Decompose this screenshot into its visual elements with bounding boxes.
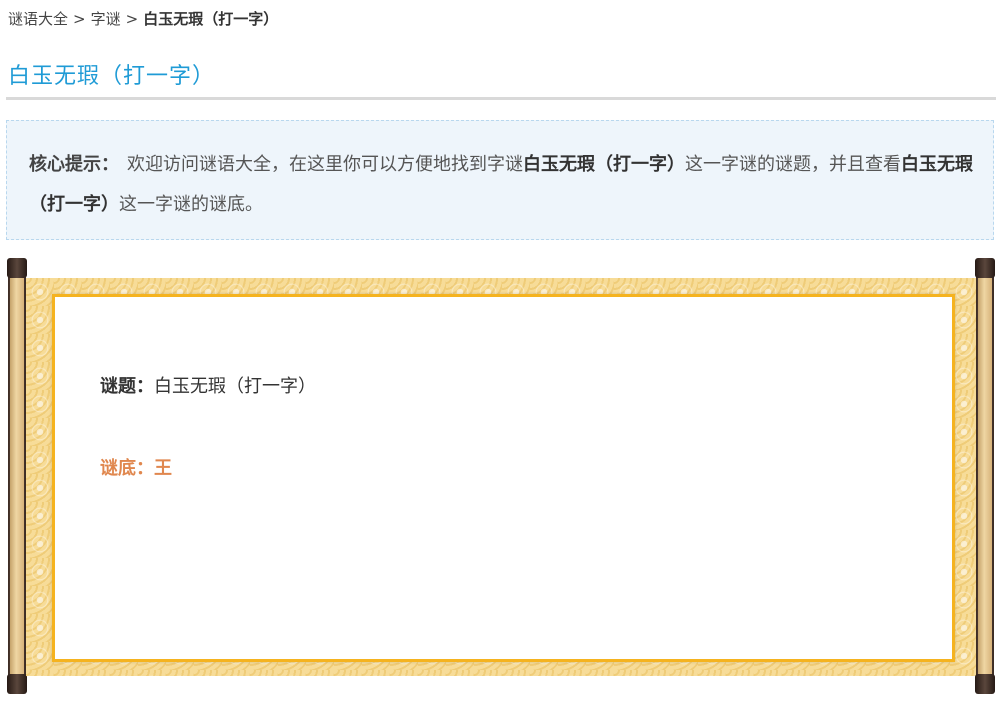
tip-riddle-name: 白玉无瑕（打一字）: [523, 154, 685, 175]
scroll-rod-cap: [975, 674, 995, 694]
scroll-rod-cap: [7, 258, 27, 278]
scroll-rod-cap: [975, 258, 995, 278]
breadcrumb-current: 白玉无瑕（打一字）: [143, 10, 279, 28]
breadcrumb-separator: >: [73, 10, 86, 28]
riddle-scroll: 谜题：白玉无瑕（打一字） 谜底：王: [6, 258, 998, 696]
riddle-question-text: 白玉无瑕（打一字）: [154, 376, 316, 397]
breadcrumb: 谜语大全 > 字谜 > 白玉无瑕（打一字）: [8, 8, 278, 29]
page-title: 白玉无瑕（打一字）: [8, 64, 216, 89]
riddle-answer: 谜底：王: [100, 454, 172, 480]
riddle-answer-text: 王: [154, 458, 172, 479]
riddle-question: 谜题：白玉无瑕（打一字）: [100, 372, 316, 398]
riddle-answer-label: 谜底：: [100, 458, 154, 479]
breadcrumb-separator: >: [125, 10, 139, 28]
tip-text: 这一字谜的谜题，并且查看: [685, 154, 901, 175]
scroll-paper: 谜题：白玉无瑕（打一字） 谜底：王: [26, 278, 976, 676]
tip-box: 核心提示： 欢迎访问谜语大全，在这里你可以方便地找到字谜白玉无瑕（打一字）这一字谜…: [6, 120, 994, 240]
tip-text: 这一字谜的谜底。: [119, 194, 263, 215]
scroll-rod-left: [7, 258, 27, 694]
tip-text: 欢迎访问谜语大全，在这里你可以方便地找到字谜: [127, 154, 523, 175]
breadcrumb-link-character-riddles[interactable]: 字谜: [91, 10, 121, 28]
breadcrumb-link-riddles[interactable]: 谜语大全: [8, 10, 68, 28]
scroll-rod-shaft: [10, 278, 24, 674]
scroll-rod-shaft: [978, 278, 992, 674]
tip-label: 核心提示：: [29, 154, 119, 175]
riddle-question-label: 谜题：: [100, 376, 154, 397]
title-divider: [6, 97, 996, 100]
riddle-card: 谜题：白玉无瑕（打一字） 谜底：王: [52, 294, 955, 662]
scroll-rod-cap: [7, 674, 27, 694]
scroll-rod-right: [975, 258, 995, 694]
